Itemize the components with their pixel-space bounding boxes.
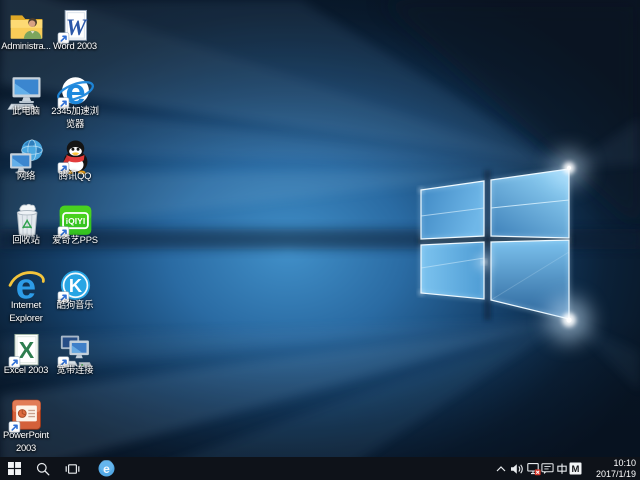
- tray-volume[interactable]: [509, 457, 524, 480]
- desktop-icon-administrator[interactable]: Administra...: [1, 8, 51, 52]
- desktop-icon-recycle-bin[interactable]: 回收站: [1, 202, 51, 246]
- desktop-icon-internet-explorer[interactable]: eInternet Explorer: [1, 267, 51, 324]
- clock-time: 10:10: [584, 458, 636, 469]
- desktop-icon-label: Administra...: [1, 39, 51, 52]
- desktop-icon-label: Word 2003: [50, 39, 100, 52]
- start-button[interactable]: [3, 457, 25, 480]
- desktop-icon-label: 网络: [1, 169, 51, 182]
- desktop-icon-label: 2345加速浏览器: [50, 104, 100, 130]
- search-button[interactable]: [33, 457, 53, 480]
- desktop-icon-this-pc[interactable]: 此电脑: [1, 73, 51, 117]
- desktop-icon-label: Excel 2003: [1, 363, 51, 376]
- svg-text:M: M: [572, 464, 580, 475]
- desktop: Administra...WWord 2003此电脑e2345加速浏览器网络腾讯…: [0, 0, 640, 480]
- svg-text:X: X: [18, 337, 34, 363]
- svg-text:iQIYI: iQIYI: [65, 216, 84, 226]
- desktop-icon-tencent-qq[interactable]: 腾讯QQ: [50, 138, 100, 182]
- desktop-icon-label: 此电脑: [1, 104, 51, 117]
- security-alert-icon: [527, 462, 541, 476]
- desktop-icon-label: 回收站: [1, 233, 51, 246]
- desktop-icon-kugou-music[interactable]: K 酷狗音乐: [50, 267, 100, 311]
- tray-hidden-icons-chevron[interactable]: [494, 457, 507, 480]
- tray-security-alert[interactable]: [526, 457, 541, 480]
- volume-icon: [510, 463, 524, 475]
- 2345-browser-icon: e: [98, 460, 115, 477]
- desktop-icon-broadband[interactable]: 宽带连接: [50, 332, 100, 376]
- search-icon: [36, 462, 50, 476]
- chevron-up-icon: [495, 463, 507, 475]
- desktop-icon-2345-browser[interactable]: e2345加速浏览器: [50, 73, 100, 130]
- svg-text:e: e: [103, 462, 110, 476]
- clock-date: 2017/1/19: [584, 469, 636, 480]
- ime-chinese-icon: [556, 462, 568, 475]
- task-view-button[interactable]: [62, 457, 82, 480]
- desktop-icon-excel-2003[interactable]: XExcel 2003: [1, 332, 51, 376]
- tray-ime-chinese[interactable]: [556, 457, 568, 480]
- desktop-icon-label: 酷狗音乐: [50, 298, 100, 311]
- taskbar-app-2345browser[interactable]: e: [97, 457, 115, 480]
- desktop-icon-iqiyi-pps[interactable]: iQIYI 爱奇艺PPS: [50, 202, 100, 246]
- taskbar: e M: [0, 457, 640, 480]
- task-view-icon: [65, 463, 80, 475]
- svg-text:K: K: [68, 275, 82, 296]
- desktop-icon-label: 宽带连接: [50, 363, 100, 376]
- desktop-icon-network[interactable]: 网络: [1, 138, 51, 182]
- tray-ime-mode[interactable]: M: [569, 457, 582, 480]
- taskbar-clock[interactable]: 10:10 2017/1/19: [584, 458, 636, 479]
- desktop-icon-label: 爱奇艺PPS: [50, 233, 100, 246]
- desktop-icon-powerpoint-2003[interactable]: PowerPoint 2003: [1, 397, 51, 454]
- ime-mode-icon: M: [569, 462, 582, 475]
- desktop-icon-word-2003[interactable]: WWord 2003: [50, 8, 100, 52]
- desktop-icon-label: Internet Explorer: [1, 298, 51, 324]
- tray-action-center[interactable]: [541, 457, 554, 480]
- action-center-icon: [541, 462, 554, 475]
- windows-logo-icon: [8, 462, 21, 475]
- desktop-icon-label: PowerPoint 2003: [1, 428, 51, 454]
